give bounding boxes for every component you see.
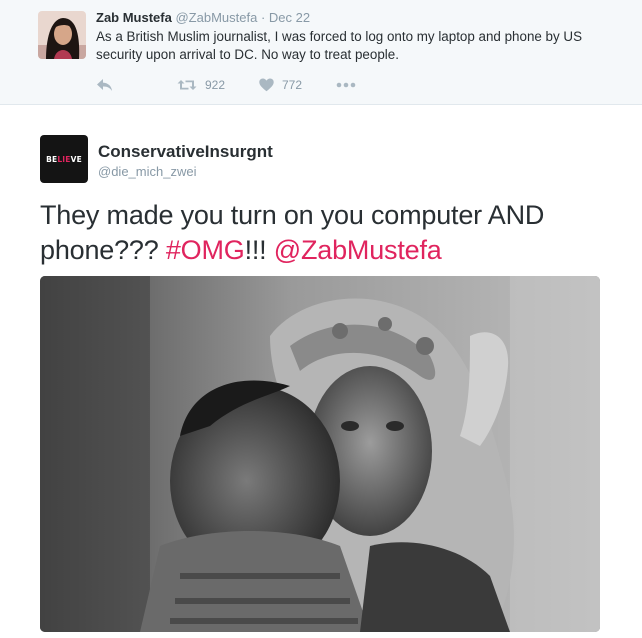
avatar-logo-start: BE <box>46 154 58 164</box>
retweet-count: 922 <box>205 78 226 92</box>
avatar[interactable] <box>38 11 86 59</box>
avatar-logo: BELIEVE <box>46 155 82 164</box>
retweet-button[interactable]: 922 <box>177 76 225 94</box>
like-count: 772 <box>282 78 303 92</box>
avatar-logo-end: VE <box>70 154 82 164</box>
user-name[interactable]: ConservativeInsurgnt <box>98 142 273 162</box>
tweet-text: As a British Muslim journalist, I was fo… <box>96 29 583 62</box>
user-handle[interactable]: @die_mich_zwei <box>98 164 196 179</box>
reply-icon <box>97 79 112 91</box>
reply-button[interactable] <box>96 76 113 94</box>
more-icon <box>336 82 356 88</box>
quoted-tweet[interactable]: Zab Mustefa @ZabMustefa · Dec 22 As a Br… <box>0 0 642 105</box>
more-button[interactable] <box>336 76 356 94</box>
avatar-logo-mid: LIE <box>57 154 71 164</box>
tweet-actions: 922 772 <box>96 76 396 94</box>
heart-icon <box>259 78 274 92</box>
photo-image <box>40 276 600 632</box>
separator: · <box>260 10 266 25</box>
avatar[interactable]: BELIEVE <box>40 135 88 183</box>
mention-link[interactable]: @ZabMustefa <box>274 235 442 265</box>
tweet-date[interactable]: Dec 22 <box>269 10 310 25</box>
avatar-photo <box>38 11 86 59</box>
tweet-photo[interactable] <box>40 276 600 632</box>
tweet-header: Zab Mustefa @ZabMustefa · Dec 22 <box>96 10 310 25</box>
hashtag-link[interactable]: #OMG <box>166 235 245 265</box>
retweet-icon <box>177 80 197 90</box>
tweet-text-part2: !!! <box>244 235 274 265</box>
user-handle[interactable]: @ZabMustefa <box>175 10 257 25</box>
user-name[interactable]: Zab Mustefa <box>96 10 172 25</box>
like-button[interactable]: 772 <box>259 76 302 94</box>
tweet-text: They made you turn on you computer AND p… <box>40 198 620 268</box>
